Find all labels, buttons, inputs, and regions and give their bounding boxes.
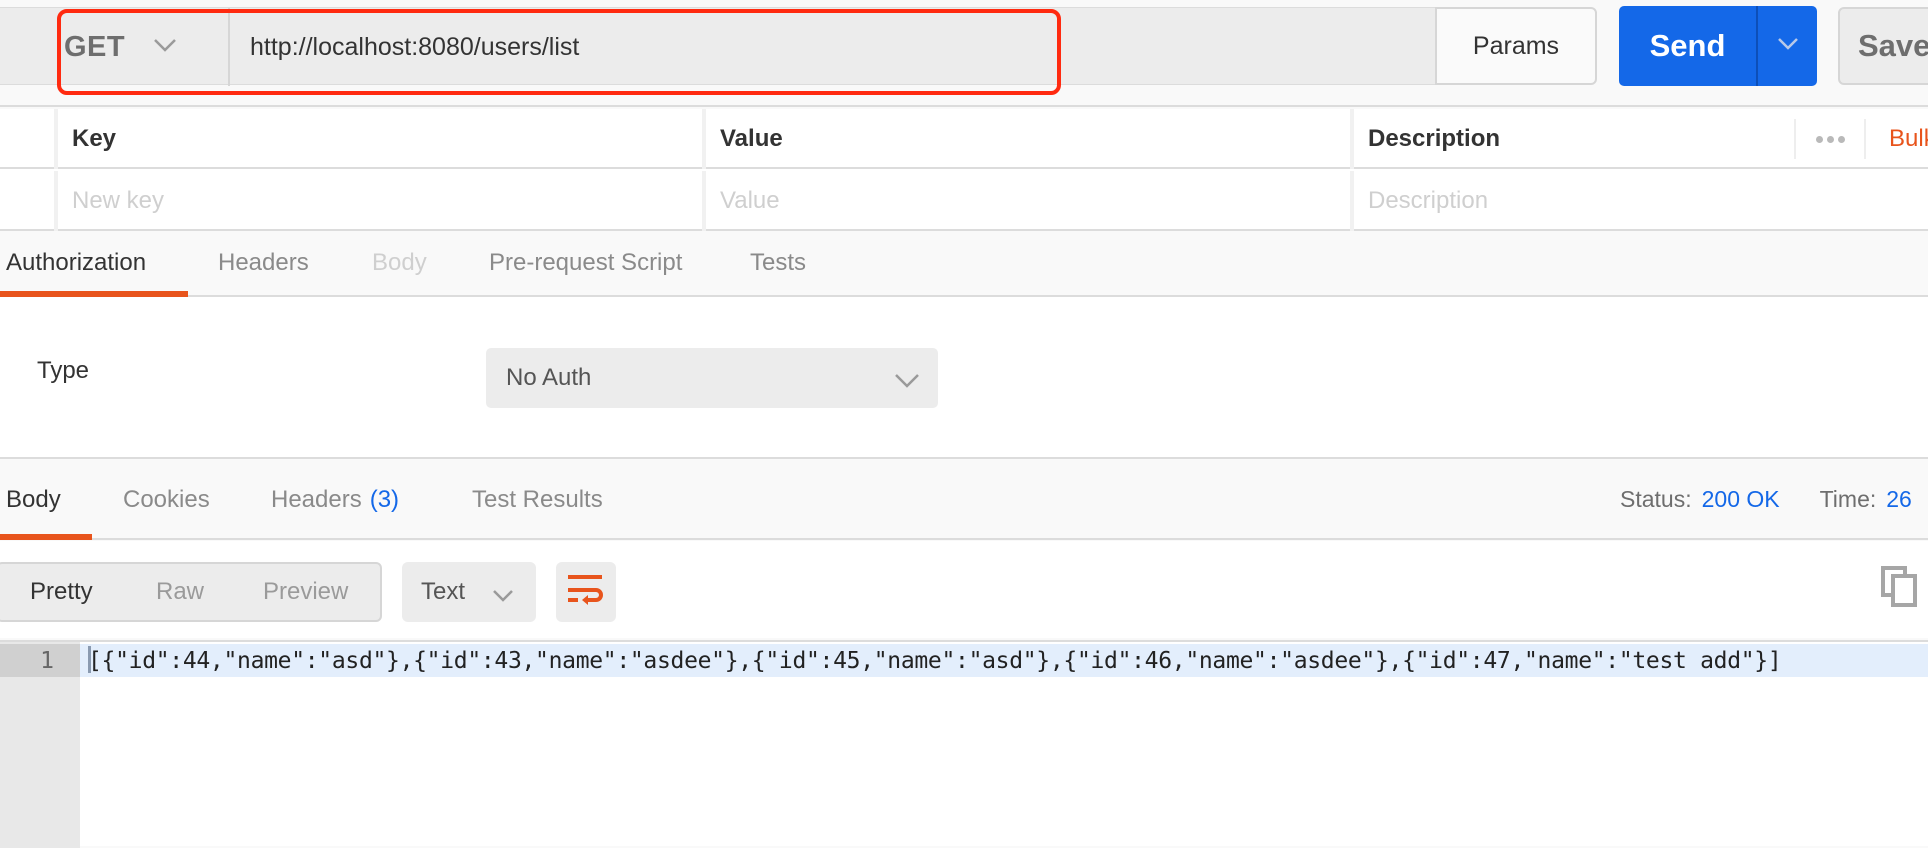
column-header-value: Value [706, 109, 1354, 169]
request-tabs: Authorization Headers Body Pre-request S… [0, 231, 1928, 297]
url-input[interactable]: http://localhost:8080/users/list [250, 8, 579, 86]
chevron-down-icon [1777, 37, 1799, 55]
row-gutter [0, 109, 58, 169]
view-mode-raw[interactable]: Raw [156, 564, 204, 620]
tab-authorization[interactable]: Authorization [6, 231, 146, 295]
params-table-new-row: New key Value Description [0, 171, 1928, 231]
tab-headers[interactable]: Headers [218, 231, 309, 295]
chevron-down-icon [153, 38, 177, 57]
dot-icon [1826, 135, 1834, 143]
response-toolbar: Pretty Raw Preview Text [0, 541, 1928, 638]
tab-cookies[interactable]: Cookies [123, 461, 210, 538]
new-key-input[interactable]: New key [58, 171, 706, 231]
dot-icon [1815, 135, 1823, 143]
view-mode-preview[interactable]: Preview [263, 564, 348, 620]
send-button-group: Send [1619, 6, 1817, 86]
tab-label: Headers [271, 485, 362, 513]
response-body-editor[interactable]: 1 [{"id":44,"name":"asd"},{"id":43,"name… [0, 640, 1928, 848]
method-select[interactable]: GET [64, 8, 230, 86]
row-gutter [0, 171, 58, 231]
column-header-description: Description [1368, 125, 1501, 152]
wrap-lines-icon [568, 573, 604, 612]
save-button[interactable]: Save [1838, 7, 1928, 85]
status-value: 200 OK [1701, 486, 1780, 512]
tab-tests[interactable]: Tests [750, 231, 806, 295]
format-value: Text [421, 578, 466, 605]
new-description-input[interactable]: Description [1354, 171, 1794, 231]
chevron-down-icon [894, 368, 920, 396]
code-line: 1 [{"id":44,"name":"asd"},{"id":43,"name… [0, 644, 1928, 677]
view-mode-pretty[interactable]: Pretty [30, 564, 93, 620]
line-number: 1 [0, 644, 80, 677]
auth-type-value: No Auth [506, 364, 592, 391]
send-button[interactable]: Send [1619, 6, 1758, 86]
chevron-down-icon [492, 582, 514, 610]
auth-type-label: Type [37, 357, 90, 384]
bulk-edit-link[interactable]: Bulk Edit [1889, 109, 1928, 169]
time-label: Time: [1819, 486, 1877, 512]
params-button[interactable]: Params [1435, 7, 1597, 85]
url-group: GET http://localhost:8080/users/list [0, 7, 1435, 86]
active-tab-indicator [0, 534, 92, 540]
dot-icon [1837, 135, 1845, 143]
column-header-key: Key [58, 109, 706, 169]
response-status: Status: 200 OK Time: 26 [1620, 461, 1912, 538]
text-cursor [88, 646, 91, 673]
tab-response-headers[interactable]: Headers (3) [271, 461, 399, 538]
method-label: GET [64, 30, 126, 63]
tab-pre-request-script[interactable]: Pre-request Script [489, 231, 682, 295]
view-mode-segmented-control: Pretty Raw Preview [0, 562, 382, 622]
params-table: Key Value Description Bulk Edit New key … [0, 109, 1928, 231]
tab-test-results[interactable]: Test Results [472, 461, 603, 538]
tab-response-body[interactable]: Body [6, 461, 61, 538]
authorization-panel: Type No Auth [0, 297, 1928, 459]
new-value-input[interactable]: Value [706, 171, 1354, 231]
wrap-lines-button[interactable] [556, 562, 616, 622]
headers-count-badge: (3) [369, 485, 400, 513]
line-text: [{"id":44,"name":"asd"},{"id":43,"name":… [80, 644, 1928, 677]
copy-button[interactable] [1880, 565, 1920, 609]
auth-type-select[interactable]: No Auth [486, 348, 938, 408]
more-options-button[interactable] [1794, 119, 1866, 159]
status-label: Status: [1620, 486, 1692, 512]
copy-icon [1880, 566, 1920, 613]
request-bar: GET http://localhost:8080/users/list Par… [0, 0, 1928, 107]
time-value: 26 [1886, 486, 1912, 512]
response-tabs: Body Cookies Headers (3) Test Results St… [0, 461, 1928, 540]
format-select[interactable]: Text [402, 562, 536, 622]
params-table-header: Key Value Description Bulk Edit [0, 109, 1928, 169]
send-options-button[interactable] [1758, 6, 1817, 86]
tab-body[interactable]: Body [372, 231, 427, 295]
